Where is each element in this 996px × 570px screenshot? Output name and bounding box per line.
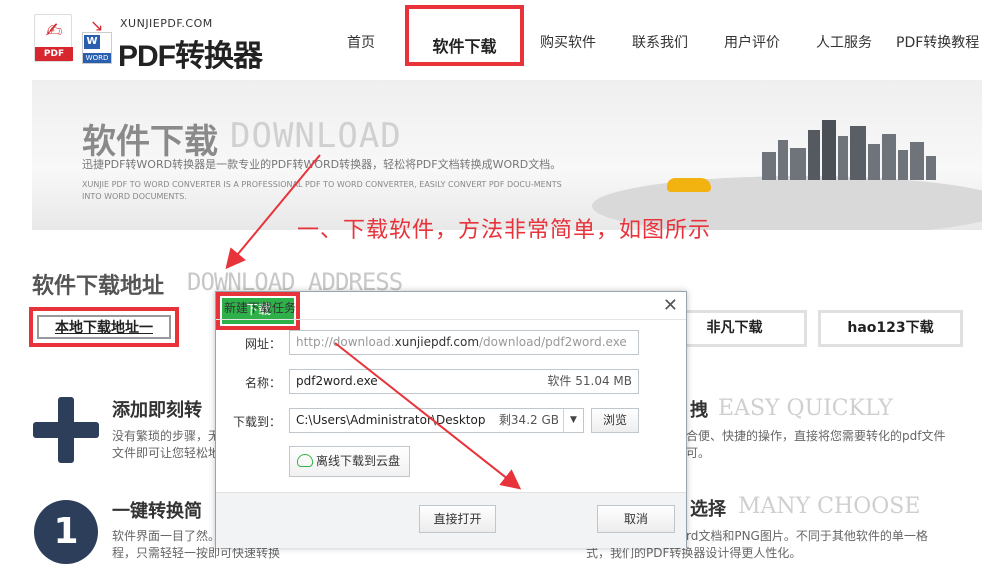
arrow-to-download-address [225,154,321,270]
annotation-arrows [225,154,522,490]
arrow-to-download-button [334,342,522,490]
